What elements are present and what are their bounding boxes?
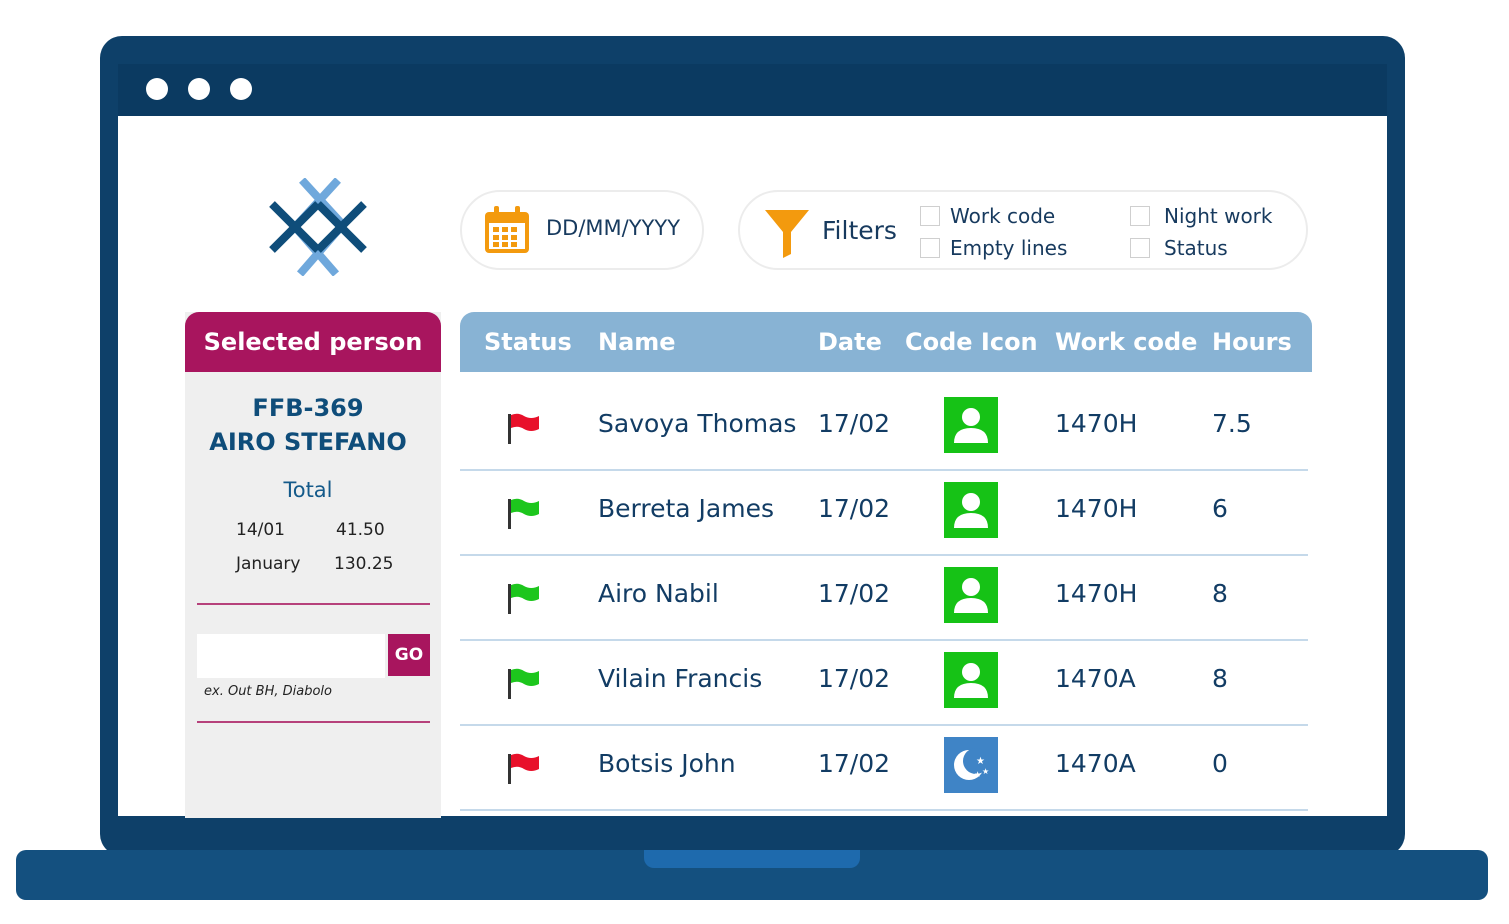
window-dot-1 bbox=[146, 78, 168, 100]
window-dot-2 bbox=[188, 78, 210, 100]
row-work-code: 1470A bbox=[1055, 749, 1136, 778]
person-icon bbox=[944, 482, 998, 538]
person-icon bbox=[944, 567, 998, 623]
status-checkbox[interactable] bbox=[1130, 238, 1150, 258]
row-hours: 6 bbox=[1212, 494, 1228, 523]
row-work-code: 1470H bbox=[1055, 494, 1138, 523]
row-date: 17/02 bbox=[818, 409, 891, 438]
table-row[interactable]: Berreta James 17/02 1470H 6 bbox=[460, 469, 1308, 556]
svg-text:★: ★ bbox=[976, 756, 985, 767]
red-flag-icon bbox=[508, 413, 539, 444]
night-work-checkbox[interactable] bbox=[1130, 206, 1150, 226]
column-header-name[interactable]: Name bbox=[598, 312, 676, 372]
column-header-hours[interactable]: Hours bbox=[1212, 312, 1292, 372]
row-date: 17/02 bbox=[818, 494, 891, 523]
search-hint: ex. Out BH, Diabolo bbox=[204, 684, 332, 699]
row-work-code: 1470H bbox=[1055, 409, 1138, 438]
date-field[interactable]: DD/MM/YYYY bbox=[460, 190, 704, 270]
row-name: Savoya Thomas bbox=[598, 409, 797, 438]
person-code: FFB-369 bbox=[252, 394, 364, 422]
column-header-date[interactable]: Date bbox=[818, 312, 882, 372]
selected-person-header: Selected person bbox=[185, 312, 441, 372]
green-flag-icon bbox=[508, 498, 539, 529]
row-hours: 8 bbox=[1212, 579, 1228, 608]
svg-text:★: ★ bbox=[982, 767, 989, 776]
laptop-notch bbox=[644, 850, 860, 868]
filters-label: Filters bbox=[822, 216, 897, 245]
person-icon bbox=[944, 652, 998, 708]
window-dot-3 bbox=[230, 78, 252, 100]
person-icon bbox=[944, 397, 998, 453]
total-label: Total bbox=[283, 478, 333, 502]
work-code-label: Work code bbox=[950, 204, 1056, 228]
column-header-status[interactable]: Status bbox=[484, 312, 572, 372]
row-hours: 7.5 bbox=[1212, 409, 1252, 438]
filters-panel: Filters Work code Empty lines Night work… bbox=[738, 190, 1308, 270]
row-work-code: 1470A bbox=[1055, 664, 1136, 693]
divider bbox=[197, 721, 430, 723]
empty-lines-label: Empty lines bbox=[950, 236, 1068, 260]
calendar-icon bbox=[485, 206, 529, 253]
empty-lines-checkbox[interactable] bbox=[920, 238, 940, 258]
row-work-code: 1470H bbox=[1055, 579, 1138, 608]
night-work-label: Night work bbox=[1164, 204, 1273, 228]
column-header-work-code[interactable]: Work code bbox=[1055, 312, 1197, 372]
total-period: 14/01 bbox=[236, 520, 285, 540]
selected-person-panel bbox=[185, 312, 441, 818]
row-name: Vilain Francis bbox=[598, 664, 763, 693]
go-button[interactable]: GO bbox=[388, 634, 430, 676]
app-logo bbox=[269, 178, 367, 276]
red-flag-icon bbox=[508, 753, 539, 784]
filter-funnel-icon bbox=[765, 210, 809, 258]
status-label: Status bbox=[1164, 236, 1228, 260]
row-name: Botsis John bbox=[598, 749, 736, 778]
green-flag-icon bbox=[508, 668, 539, 699]
row-date: 17/02 bbox=[818, 664, 891, 693]
moon-stars-icon: ★ ★ ★ bbox=[944, 737, 998, 793]
table-row[interactable]: Savoya Thomas 17/02 1470H 7.5 bbox=[460, 384, 1308, 471]
row-hours: 8 bbox=[1212, 664, 1228, 693]
total-period: January bbox=[236, 554, 301, 574]
person-name: AIRO STEFANO bbox=[209, 428, 407, 456]
divider bbox=[197, 603, 430, 605]
row-date: 17/02 bbox=[818, 749, 891, 778]
total-value: 130.25 bbox=[334, 554, 394, 574]
row-name: Berreta James bbox=[598, 494, 775, 523]
person-search-input[interactable] bbox=[197, 634, 385, 678]
green-flag-icon bbox=[508, 583, 539, 614]
table-header: Status Name Date Code Icon Work code Hou… bbox=[460, 312, 1312, 372]
row-date: 17/02 bbox=[818, 579, 891, 608]
row-hours: 0 bbox=[1212, 749, 1228, 778]
table-row[interactable]: Airo Nabil 17/02 1470H 8 bbox=[460, 554, 1308, 641]
column-header-code-icon[interactable]: Code Icon bbox=[905, 312, 1038, 372]
date-placeholder: DD/MM/YYYY bbox=[546, 216, 681, 240]
total-value: 41.50 bbox=[336, 520, 385, 540]
table-row[interactable]: Vilain Francis 17/02 1470A 8 bbox=[460, 639, 1308, 726]
svg-text:★: ★ bbox=[974, 770, 981, 779]
table-row[interactable]: Botsis John 17/02 ★ ★ ★ 1470A 0 bbox=[460, 724, 1308, 811]
window-titlebar bbox=[118, 64, 1387, 116]
row-name: Airo Nabil bbox=[598, 579, 719, 608]
work-code-checkbox[interactable] bbox=[920, 206, 940, 226]
